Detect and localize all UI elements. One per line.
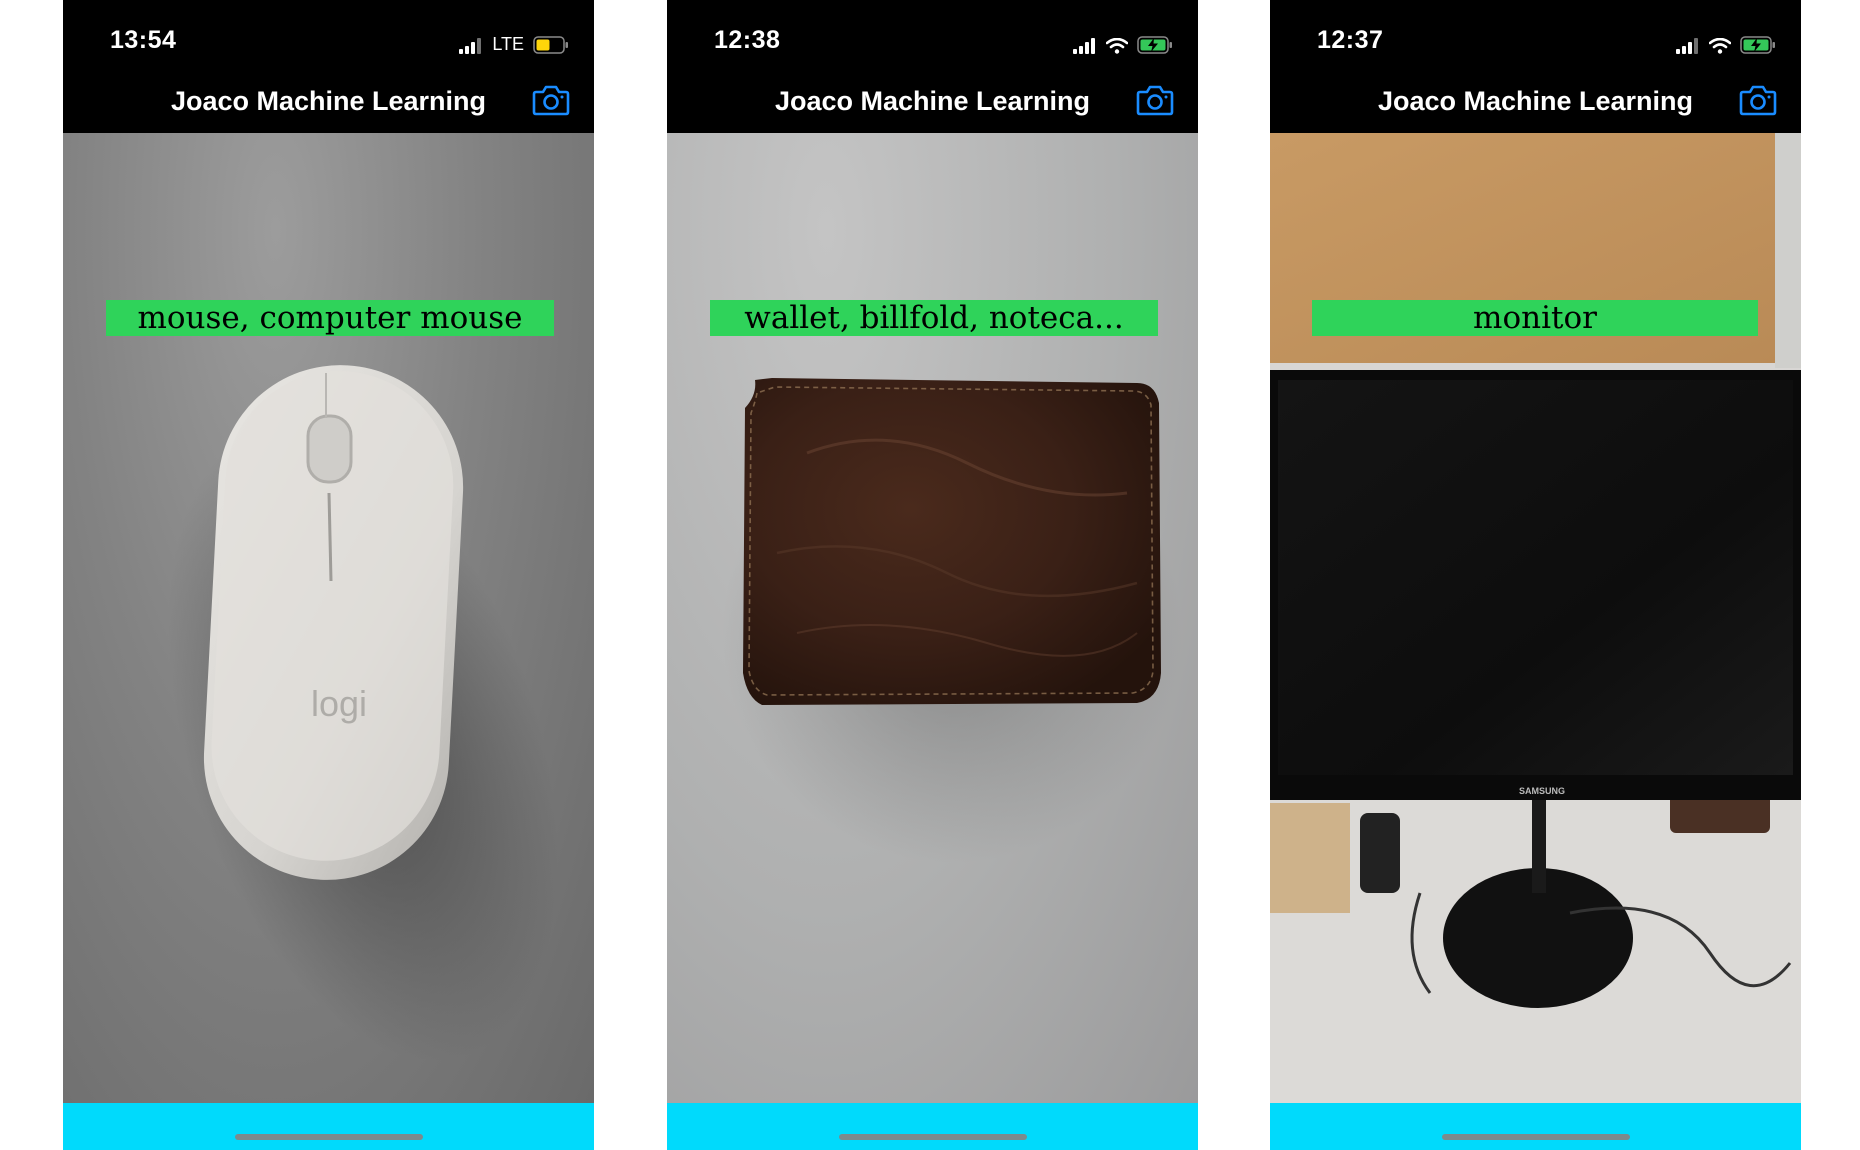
status-icons: LTE (459, 30, 569, 54)
samsung-brand-text: SAMSUNG (1519, 786, 1565, 796)
status-icons (1073, 30, 1173, 54)
status-bar: 12:37 (1270, 0, 1801, 80)
logi-logo-text: logi (311, 683, 367, 724)
status-time: 13:54 (110, 26, 177, 54)
network-type-label: LTE (492, 34, 524, 54)
navigation-bar: Joaco Machine Learning (667, 80, 1198, 133)
phone-screen-1: 13:54 LTE Joaco Machine Learning logi mo… (63, 0, 594, 1150)
camera-icon[interactable] (1136, 84, 1174, 116)
camera-photo: wallet, billfold, noteca... (667, 133, 1198, 1103)
monitor-photo: SAMSUNG (1270, 133, 1801, 1103)
status-time: 12:38 (714, 26, 781, 54)
battery-icon (533, 36, 568, 54)
wifi-icon (1106, 38, 1128, 54)
mouse-photo: logi (167, 365, 559, 1062)
prediction-label: wallet, billfold, noteca... (710, 300, 1158, 336)
status-time: 12:37 (1317, 26, 1384, 54)
home-indicator[interactable] (838, 1134, 1027, 1140)
navigation-bar: Joaco Machine Learning (63, 80, 594, 133)
phone-screen-3: 12:37 Joaco Machine Learning SAMSUNG mon… (1270, 0, 1801, 1150)
home-indicator[interactable] (1441, 1134, 1630, 1140)
app-title: Joaco Machine Learning (774, 86, 1091, 116)
navigation-bar: Joaco Machine Learning (1270, 80, 1801, 133)
bottom-bar (667, 1103, 1198, 1150)
camera-icon[interactable] (532, 84, 570, 116)
prediction-label: monitor (1312, 300, 1758, 336)
phone-screen-2: 12:38 Joaco Machine Learning wallet, bil… (667, 0, 1198, 1150)
wallet-photo (722, 378, 1182, 863)
bottom-bar (63, 1103, 594, 1150)
prediction-label: mouse, computer mouse (106, 300, 554, 336)
cellular-signal-icon (1676, 38, 1698, 54)
camera-photo: logi mouse, computer mouse (63, 133, 594, 1103)
bottom-bar (1270, 1103, 1801, 1150)
home-indicator[interactable] (234, 1134, 423, 1140)
wifi-icon (1709, 38, 1731, 54)
status-bar: 13:54 LTE (63, 0, 594, 80)
status-bar: 12:38 (667, 0, 1198, 80)
status-icons (1676, 30, 1776, 54)
battery-charging-icon (1137, 36, 1172, 54)
app-title: Joaco Machine Learning (1377, 86, 1694, 116)
cellular-signal-icon (1073, 38, 1095, 54)
cellular-signal-icon (459, 38, 482, 54)
camera-icon[interactable] (1739, 84, 1777, 116)
battery-charging-icon (1740, 36, 1775, 54)
camera-photo: SAMSUNG monitor (1270, 133, 1801, 1103)
app-title: Joaco Machine Learning (170, 86, 487, 116)
